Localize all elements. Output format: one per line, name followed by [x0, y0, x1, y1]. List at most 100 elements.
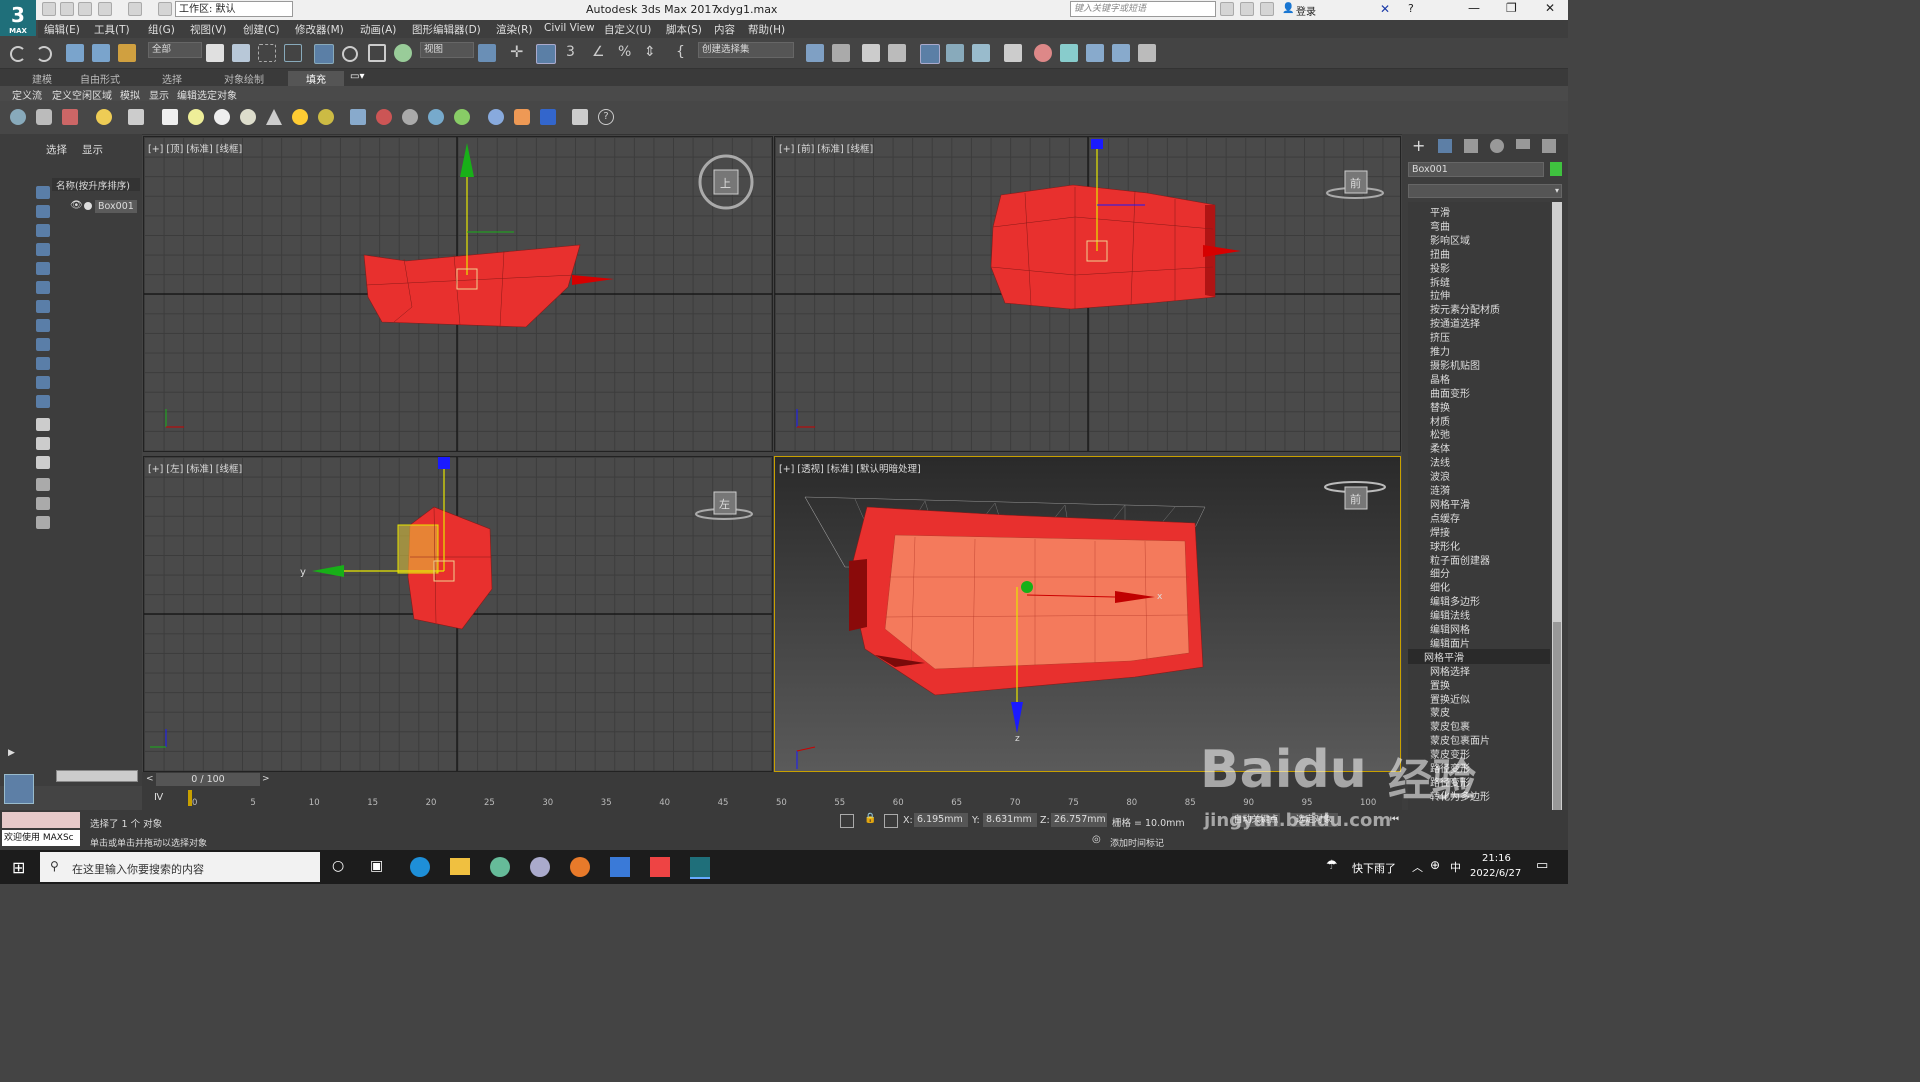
- time-slider-thumb[interactable]: 0 / 100: [156, 773, 260, 786]
- communication-icon[interactable]: [1240, 2, 1254, 16]
- modifier-item[interactable]: 编辑网格: [1430, 621, 1470, 636]
- cortana-icon[interactable]: ○: [332, 858, 344, 874]
- ribbon-define-idle[interactable]: 定义空闲区域: [52, 87, 112, 102]
- curve-editor-icon[interactable]: [946, 44, 964, 62]
- ribbon-define-flows[interactable]: 定义流: [12, 87, 42, 102]
- schematic-view-icon[interactable]: [972, 44, 990, 62]
- bind-spacewarp-icon[interactable]: [118, 44, 136, 62]
- modifier-item[interactable]: 影响区域: [1430, 232, 1470, 247]
- scale-icon[interactable]: [368, 44, 386, 62]
- link-icon[interactable]: [66, 44, 84, 62]
- bones-icon[interactable]: [402, 109, 418, 125]
- sphere-icon[interactable]: [214, 109, 230, 125]
- modifier-list-scrollbar[interactable]: [1552, 202, 1562, 842]
- maxscript-listener[interactable]: [2, 812, 80, 828]
- modifier-item[interactable]: 置换: [1430, 677, 1450, 692]
- maximize-button[interactable]: ❐: [1506, 1, 1517, 15]
- image-icon[interactable]: [62, 109, 78, 125]
- y-coord-field[interactable]: 8.631mm: [983, 813, 1037, 827]
- menu-group[interactable]: 组(G): [148, 22, 175, 37]
- weather-text[interactable]: 快下雨了: [1352, 860, 1396, 876]
- modifier-item[interactable]: 摄影机贴图: [1430, 357, 1480, 372]
- modifier-item[interactable]: 投影: [1430, 260, 1450, 275]
- plane-icon[interactable]: [162, 109, 178, 125]
- curve-editor-mini-icon[interactable]: Ⅳ: [154, 792, 163, 803]
- pivot-center-icon[interactable]: [478, 44, 496, 62]
- app-icon-1[interactable]: [490, 857, 510, 877]
- network-icon[interactable]: ⊕: [1430, 858, 1440, 872]
- autokey-button[interactable]: 自动关键点: [1232, 813, 1280, 827]
- render-icon[interactable]: [1086, 44, 1104, 62]
- modifier-item[interactable]: 替换: [1430, 399, 1450, 414]
- menu-modifiers[interactable]: 修改器(M): [295, 22, 344, 37]
- modifier-item[interactable]: 拉伸: [1430, 287, 1450, 302]
- menu-animation[interactable]: 动画(A): [360, 22, 396, 37]
- goto-start-icon[interactable]: ⏮: [1390, 814, 1399, 825]
- minimize-button[interactable]: —: [1468, 1, 1480, 15]
- light-bulb-icon[interactable]: [96, 109, 112, 125]
- modifier-item[interactable]: 网格选择: [1430, 663, 1470, 678]
- angle-snap-icon[interactable]: ∠: [592, 44, 610, 62]
- teapot-icon[interactable]: [10, 109, 26, 125]
- filter-geometry-icon[interactable]: [36, 186, 50, 199]
- filter-lights-icon[interactable]: [36, 224, 50, 237]
- modifier-item[interactable]: 编辑面片: [1430, 635, 1470, 650]
- unlink-icon[interactable]: [92, 44, 110, 62]
- scene-item-box001[interactable]: Box001: [95, 200, 137, 213]
- scene-tab-select[interactable]: 选择: [46, 142, 67, 157]
- selection-filter-dropdown[interactable]: 全部: [148, 42, 202, 58]
- windows-start-icon[interactable]: ⊞: [12, 858, 25, 877]
- edit-named-sets-icon[interactable]: {: [676, 44, 694, 62]
- time-prev-icon[interactable]: <: [146, 774, 154, 784]
- project-folder-icon[interactable]: [158, 2, 172, 16]
- login-link[interactable]: 登录: [1296, 3, 1316, 18]
- display-tab-icon[interactable]: [1516, 139, 1530, 149]
- gizmo-front-x-arrow[interactable]: [1203, 245, 1241, 257]
- modifier-item[interactable]: 蒙皮变形: [1430, 746, 1470, 761]
- filter-helpers-icon[interactable]: [36, 262, 50, 275]
- viewport-perspective[interactable]: [+] [透视] [标准] [默认明暗处理] z x 前: [774, 456, 1401, 772]
- workspace-dropdown[interactable]: 工作区: 默认: [175, 1, 293, 17]
- ribbon-edit-selected[interactable]: 编辑选定对象: [177, 87, 237, 102]
- firefox-icon[interactable]: [570, 857, 590, 877]
- modifier-item[interactable]: 挤压: [1430, 329, 1450, 344]
- modifier-item[interactable]: 细化: [1430, 579, 1450, 594]
- select-manipulate-icon[interactable]: ✛: [510, 44, 528, 62]
- render-iterative-icon[interactable]: [1112, 44, 1130, 62]
- viewport-layout-icon[interactable]: [4, 774, 34, 804]
- ribbon-display[interactable]: 显示: [149, 87, 169, 102]
- scene-explorer-icon[interactable]: [862, 44, 880, 62]
- task-view-icon[interactable]: ▣: [370, 858, 383, 874]
- modifier-item[interactable]: 法线: [1430, 454, 1450, 469]
- align-icon[interactable]: [832, 44, 850, 62]
- filter-containers-icon[interactable]: [36, 357, 50, 370]
- motion-tab-icon[interactable]: [1490, 139, 1504, 153]
- menu-content[interactable]: 内容: [714, 22, 735, 37]
- ribbon-simulate[interactable]: 模拟: [120, 87, 140, 102]
- tab-populate[interactable]: 填充: [288, 71, 344, 86]
- percent-snap-icon[interactable]: %: [618, 44, 636, 62]
- molecule-icon[interactable]: [376, 109, 392, 125]
- max-logo[interactable]: 3 MAX: [0, 0, 36, 36]
- modifier-item[interactable]: 点缓存: [1430, 510, 1460, 525]
- undo-title-icon[interactable]: [98, 2, 112, 16]
- file-explorer-icon[interactable]: [450, 858, 470, 875]
- x-coord-field[interactable]: 6.195mm: [914, 813, 968, 827]
- filter-shapes-icon[interactable]: [36, 205, 50, 218]
- redo-icon[interactable]: [36, 46, 52, 62]
- modifier-item[interactable]: 路径变形: [1430, 760, 1470, 775]
- menu-edit[interactable]: 编辑(E): [44, 22, 80, 37]
- help-circle-icon[interactable]: ?: [598, 109, 614, 125]
- user-icon[interactable]: 👤: [1282, 3, 1294, 14]
- tab-freeform[interactable]: 自由形式: [80, 71, 120, 86]
- gizmo-persp-z-arrow[interactable]: [1011, 702, 1023, 733]
- funnel-icon[interactable]: [36, 497, 50, 510]
- object-name-field[interactable]: Box001: [1408, 162, 1544, 177]
- display-none-icon[interactable]: [36, 437, 50, 450]
- mirror-icon[interactable]: [806, 44, 824, 62]
- gizmo-persp-y-handle[interactable]: [1021, 581, 1033, 593]
- tab-object-paint[interactable]: 对象绘制: [224, 71, 264, 86]
- modifier-item[interactable]: 网格平滑: [1408, 648, 1550, 664]
- gizmo-left-y-arrow[interactable]: [312, 565, 344, 577]
- clock-date[interactable]: 2022/6/27: [1470, 868, 1521, 879]
